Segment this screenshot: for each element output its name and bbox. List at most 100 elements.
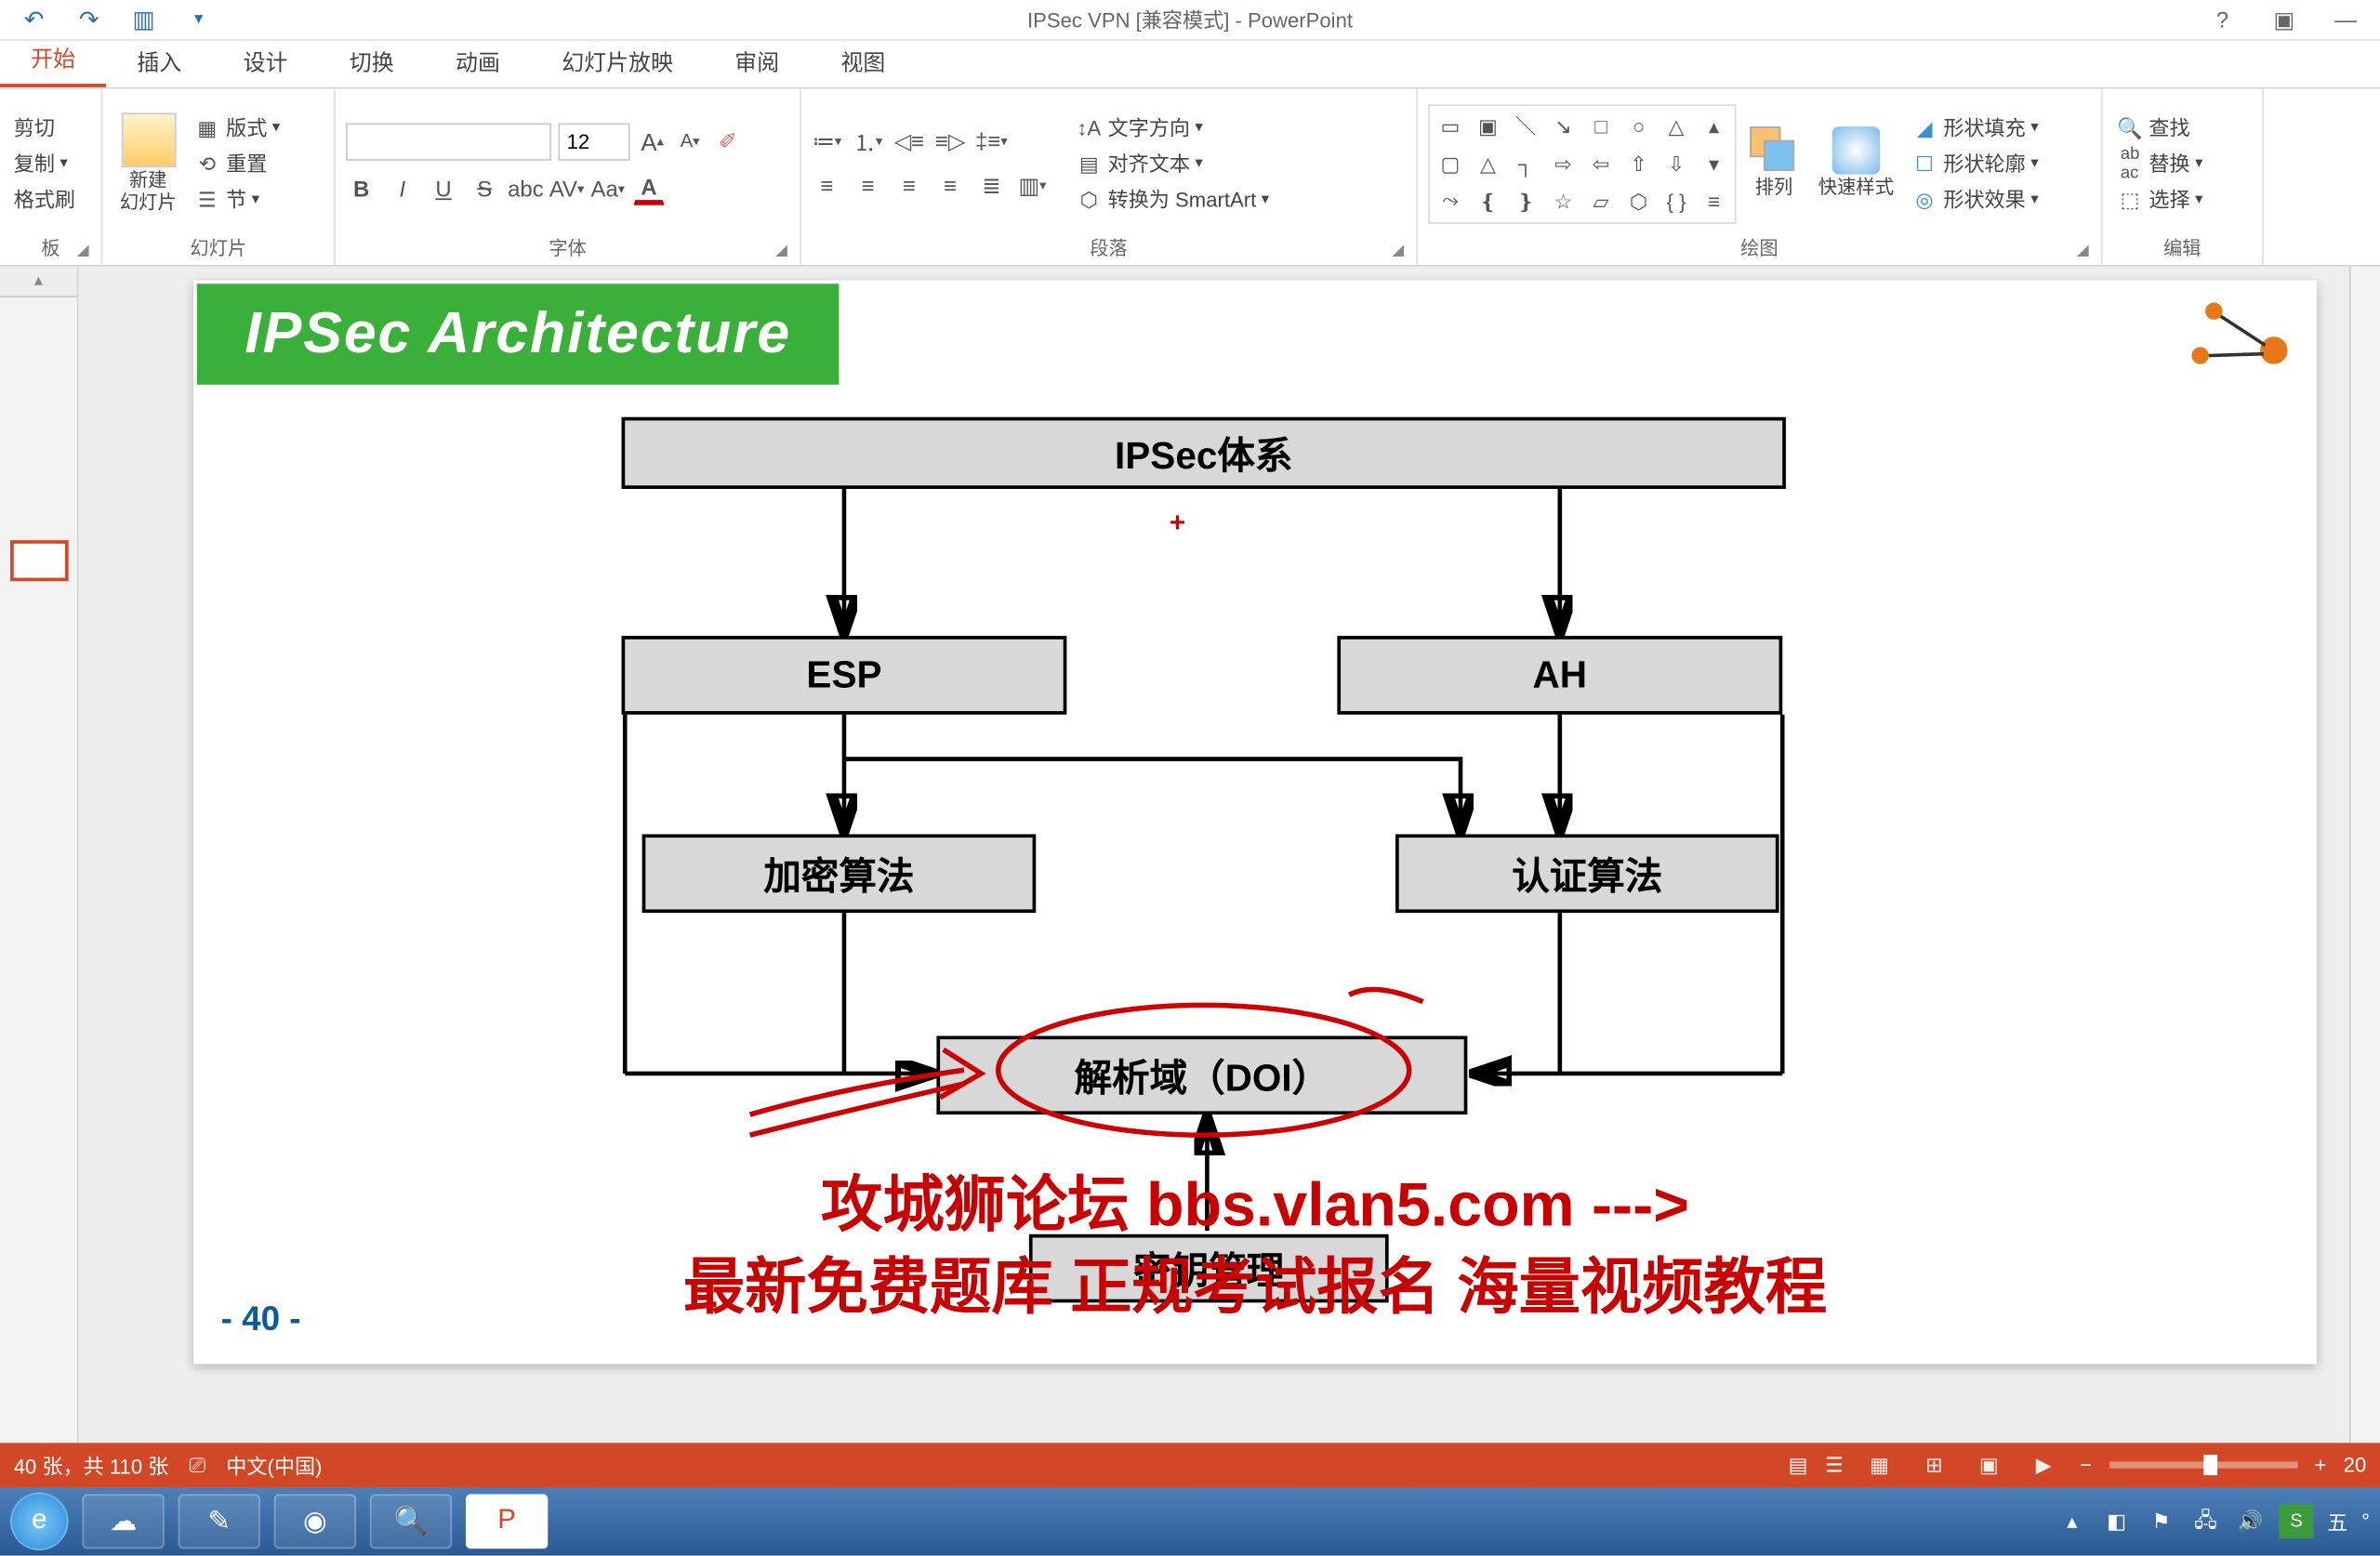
ribbon-display-button[interactable]: ▣: [2267, 3, 2301, 37]
columns-button[interactable]: ▥▾: [1017, 170, 1048, 201]
view-sorter-button[interactable]: ⊞: [1915, 1450, 1953, 1481]
shapes-more-icon[interactable]: ≡: [1697, 184, 1731, 218]
tray-clock[interactable]: °: [2361, 1510, 2370, 1534]
taskbar-app4-icon[interactable]: 🔍: [370, 1494, 452, 1549]
shape-square-icon[interactable]: □: [1584, 109, 1619, 143]
minimize-button[interactable]: —: [2329, 3, 2363, 37]
zoom-in-button[interactable]: +: [2314, 1453, 2326, 1477]
justify-button[interactable]: ≡: [935, 170, 966, 201]
shape-curve-icon[interactable]: ⤳: [1434, 184, 1468, 218]
shape-up-icon[interactable]: ▴: [1697, 109, 1731, 143]
distributed-button[interactable]: ≣: [976, 170, 1007, 201]
tab-transitions[interactable]: 切换: [319, 34, 425, 87]
font-name-input[interactable]: [346, 122, 551, 159]
arrange-button[interactable]: 排列: [1743, 124, 1805, 203]
thumbnail-scroll-up[interactable]: ▴: [0, 267, 77, 297]
status-language[interactable]: 中文(中国): [226, 1450, 322, 1479]
shape-rectangle-icon[interactable]: ▭: [1434, 109, 1468, 143]
bold-button[interactable]: B: [346, 174, 377, 204]
shape-brace-r-icon[interactable]: ❵: [1509, 184, 1543, 218]
font-color-button[interactable]: A: [633, 174, 664, 204]
help-button[interactable]: ?: [2205, 3, 2240, 37]
diagram-box-encryption[interactable]: 加密算法: [642, 834, 1037, 913]
strikethrough-button[interactable]: S: [469, 174, 500, 204]
shape-fill-button[interactable]: ◢形状填充 ▾: [1908, 112, 2043, 144]
taskbar-app3-icon[interactable]: ◉: [274, 1494, 356, 1549]
tab-slideshow[interactable]: 幻灯片放映: [531, 34, 704, 87]
paragraph-launcher[interactable]: ◢: [1392, 241, 1412, 261]
align-text-button[interactable]: ▤对齐文本 ▾: [1072, 147, 1273, 179]
slide-canvas[interactable]: IPSec Architecture IPSec体系 ESP AH 加密算法 认…: [79, 267, 2380, 1443]
font-size-input[interactable]: [558, 122, 629, 159]
diagram-box-auth[interactable]: 认证算法: [1395, 834, 1779, 913]
zoom-out-button[interactable]: −: [2080, 1453, 2092, 1477]
shape-rrect-icon[interactable]: ▢: [1434, 146, 1468, 180]
text-shadow-button[interactable]: abc: [510, 174, 541, 204]
thumbnail-current-slide[interactable]: [10, 540, 69, 581]
drawing-launcher[interactable]: ◢: [2077, 241, 2097, 261]
status-comments-button[interactable]: ☰: [1825, 1453, 1844, 1477]
tray-volume-icon[interactable]: 🔊: [2235, 1506, 2266, 1536]
qat-customize-button[interactable]: ▾: [181, 3, 216, 37]
numbering-button[interactable]: ⒈▾: [853, 125, 883, 156]
shape-triangle-icon[interactable]: △: [1659, 109, 1694, 143]
text-direction-button[interactable]: ↕A文字方向 ▾: [1072, 112, 1273, 144]
shape-arrow-u-icon[interactable]: ⇧: [1621, 146, 1656, 180]
convert-smartart-button[interactable]: ⬡转换为 SmartArt ▾: [1072, 183, 1273, 216]
shape-arrow-d-icon[interactable]: ⇩: [1659, 146, 1694, 180]
find-button[interactable]: 🔍查找: [2113, 112, 2206, 144]
taskbar-app1-icon[interactable]: ☁: [82, 1494, 164, 1549]
shape-down-icon[interactable]: ▾: [1697, 146, 1731, 180]
reset-button[interactable]: ⟲重置: [190, 147, 283, 179]
view-slideshow-button[interactable]: ▶: [2025, 1450, 2063, 1481]
tab-insert[interactable]: 插入: [106, 34, 212, 87]
tray-ime-icon[interactable]: S: [2280, 1504, 2314, 1538]
tray-app-icon[interactable]: ◧: [2101, 1506, 2132, 1536]
start-from-beginning-button[interactable]: ▥: [126, 3, 161, 37]
shape-callout-icon[interactable]: ▱: [1584, 184, 1619, 218]
select-button[interactable]: ⬚选择 ▾: [2113, 183, 2206, 216]
zoom-slider[interactable]: [2109, 1461, 2297, 1468]
shape-outline-button[interactable]: ☐形状轮廓 ▾: [1908, 147, 2043, 179]
tray-ime-label[interactable]: 五: [2327, 1507, 2347, 1536]
underline-button[interactable]: U: [428, 174, 458, 204]
shape-effects-button[interactable]: ◎形状效果 ▾: [1908, 183, 2043, 216]
shape-bracket-icon[interactable]: { }: [1659, 184, 1694, 218]
char-spacing-button[interactable]: AV▾: [551, 174, 582, 204]
grow-font-button[interactable]: A▴: [637, 125, 668, 156]
shape-textbox-icon[interactable]: ▣: [1471, 109, 1505, 143]
undo-button[interactable]: ↶: [17, 3, 51, 37]
view-reading-button[interactable]: ▣: [1970, 1450, 2008, 1481]
new-slide-button[interactable]: 新建 幻灯片: [113, 96, 184, 231]
align-center-button[interactable]: ≡: [853, 170, 883, 201]
shape-arrow-l-icon[interactable]: ⇦: [1584, 146, 1619, 180]
shape-arrow-line-icon[interactable]: ↘: [1546, 109, 1580, 143]
shapes-gallery[interactable]: ▭ ▣ ＼ ↘ □ ○ △ ▴ ▢ △ ┐ ⇨ ⇦ ⇧ ⇩ ▾ ⤳: [1428, 103, 1737, 223]
layout-button[interactable]: ▦版式 ▾: [190, 112, 283, 144]
zoom-level[interactable]: 20: [2344, 1453, 2367, 1477]
diagram-box-doi[interactable]: 解析域（DOI）: [936, 1035, 1467, 1114]
tab-design[interactable]: 设计: [212, 34, 318, 87]
taskbar-ie-icon[interactable]: e: [10, 1493, 69, 1551]
tab-review[interactable]: 审阅: [704, 34, 810, 87]
align-left-button[interactable]: ≡: [812, 170, 842, 201]
shape-line-icon[interactable]: ＼: [1509, 109, 1543, 143]
view-normal-button[interactable]: ▦: [1860, 1450, 1898, 1481]
line-spacing-button[interactable]: ‡≡▾: [976, 125, 1007, 156]
shape-star-icon[interactable]: ☆: [1546, 184, 1580, 218]
change-case-button[interactable]: Aa▾: [592, 174, 623, 204]
increase-indent-button[interactable]: ≡▷: [935, 125, 966, 156]
shape-hex-icon[interactable]: ⬡: [1621, 184, 1656, 218]
quick-styles-button[interactable]: 快速样式: [1812, 124, 1901, 203]
shape-elbow-icon[interactable]: ┐: [1509, 146, 1543, 180]
font-launcher[interactable]: ◢: [775, 241, 796, 261]
vertical-scrollbar[interactable]: [2349, 267, 2380, 1443]
diagram-box-esp[interactable]: ESP: [622, 636, 1067, 715]
tray-flag-icon[interactable]: ⚑: [2146, 1506, 2176, 1536]
slide-title-box[interactable]: IPSec Architecture: [197, 284, 840, 385]
tab-animations[interactable]: 动画: [425, 34, 531, 87]
cut-button[interactable]: 剪切: [10, 112, 79, 144]
status-spellcheck-icon[interactable]: ⎚: [189, 1452, 205, 1478]
shrink-font-button[interactable]: A▾: [675, 125, 706, 156]
tray-expand-icon[interactable]: ▴: [2056, 1506, 2087, 1536]
